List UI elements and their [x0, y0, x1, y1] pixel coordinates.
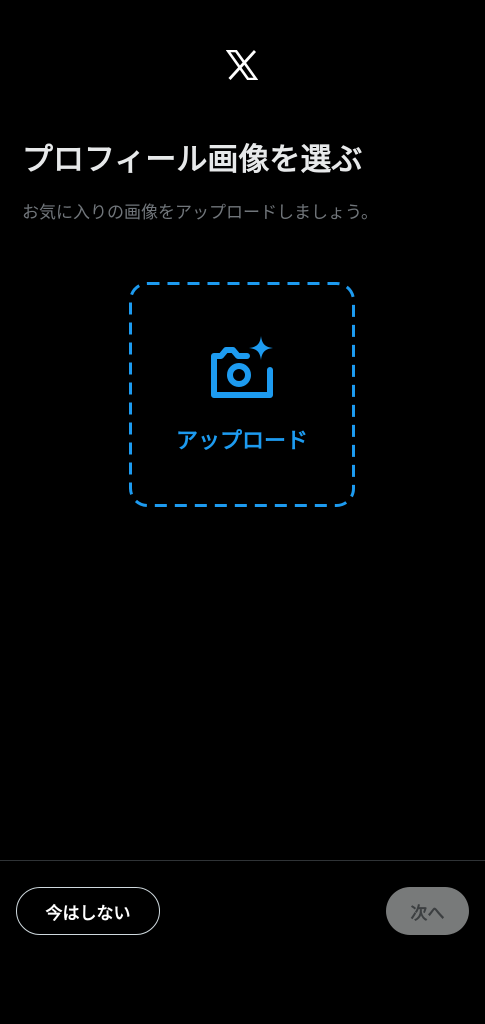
upload-label: アップロード: [175, 429, 308, 454]
footer-divider: [0, 860, 485, 861]
skip-for-now-button[interactable]: 今はしない: [16, 887, 160, 935]
page-title: プロフィール画像を選ぶ: [22, 142, 363, 178]
upload-photo-button[interactable]: アップロード: [129, 282, 355, 507]
page-subtitle: お気に入りの画像をアップロードしましょう。: [22, 203, 378, 223]
camera-sparkle-icon: [209, 334, 275, 400]
next-button[interactable]: 次へ: [386, 887, 469, 935]
x-logo-icon: [225, 49, 259, 81]
